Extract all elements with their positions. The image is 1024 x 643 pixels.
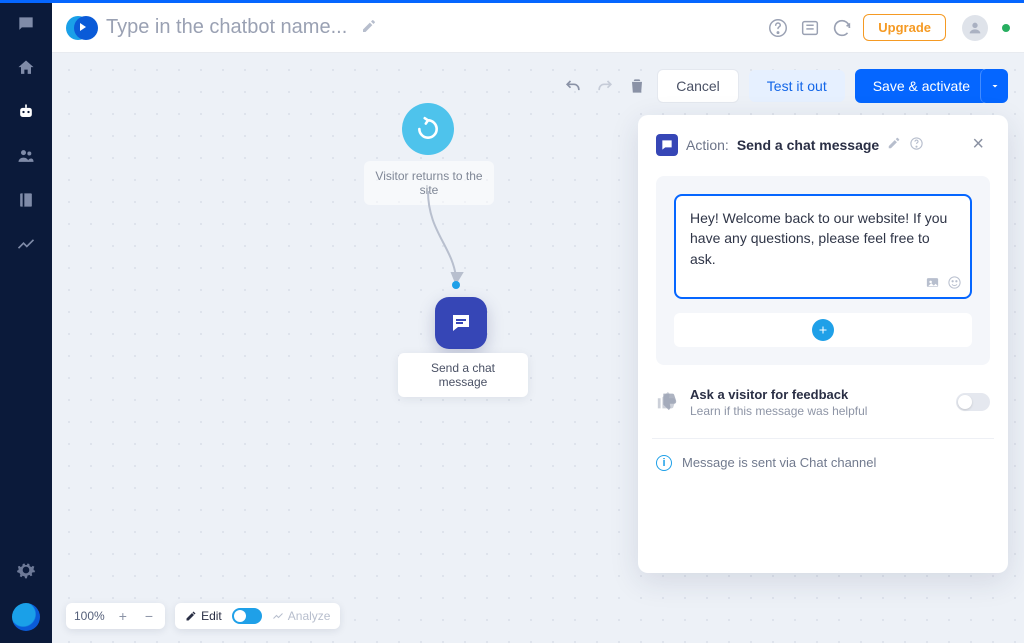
panel-help-icon[interactable] xyxy=(909,136,924,154)
feedback-row: Ask a visitor for feedback Learn if this… xyxy=(656,387,990,418)
people-icon[interactable] xyxy=(15,145,37,167)
brand-logo[interactable] xyxy=(66,13,96,43)
info-icon: i xyxy=(656,455,672,471)
left-nav-rail xyxy=(0,3,52,643)
message-input[interactable]: Hey! Welcome back to our website! If you… xyxy=(674,194,972,299)
zoom-in-button[interactable]: + xyxy=(115,608,131,624)
thumbs-icon xyxy=(656,390,678,415)
news-icon[interactable] xyxy=(799,17,821,39)
connection-dot-icon xyxy=(452,281,460,289)
analytics-icon[interactable] xyxy=(15,233,37,255)
panel-title: Send a chat message xyxy=(737,137,879,153)
edit-analyze-toggle[interactable] xyxy=(232,608,262,624)
chat-message-node[interactable] xyxy=(435,297,487,349)
upgrade-button[interactable]: Upgrade xyxy=(863,14,946,41)
attach-image-icon[interactable] xyxy=(924,275,940,291)
channel-info-text: Message is sent via Chat channel xyxy=(682,455,876,470)
message-text: Hey! Welcome back to our website! If you… xyxy=(690,210,947,267)
refresh-icon[interactable] xyxy=(831,17,853,39)
feedback-toggle[interactable] xyxy=(956,393,990,411)
add-message-button[interactable] xyxy=(812,319,834,341)
canvas-footer-controls: 100% + − Edit Analyze xyxy=(66,603,340,629)
feedback-title: Ask a visitor for feedback xyxy=(690,387,867,402)
presence-dot-icon xyxy=(1002,24,1010,32)
book-icon[interactable] xyxy=(15,189,37,211)
chat-node-label: Send a chat message xyxy=(398,353,528,397)
mode-analyze-label[interactable]: Analyze xyxy=(272,609,331,623)
panel-divider xyxy=(652,438,994,439)
bot-icon[interactable] xyxy=(15,101,37,123)
help-icon[interactable] xyxy=(767,17,789,39)
close-panel-icon[interactable]: × xyxy=(966,131,990,158)
flow-edge xyxy=(382,191,502,291)
chat-bubble-icon xyxy=(656,134,678,156)
feedback-subtitle: Learn if this message was helpful xyxy=(690,404,867,418)
emoji-icon[interactable] xyxy=(946,275,962,291)
brand-logo-small[interactable] xyxy=(12,603,40,631)
mode-edit-label[interactable]: Edit xyxy=(185,609,222,623)
settings-icon[interactable] xyxy=(15,559,37,581)
start-node-label: Visitor returns to the site xyxy=(364,161,494,205)
flow-canvas[interactable]: Cancel Test it out Save & activate Visit… xyxy=(52,53,1024,643)
zoom-control: 100% + − xyxy=(66,603,165,629)
panel-edit-icon[interactable] xyxy=(887,136,901,153)
home-icon[interactable] xyxy=(15,57,37,79)
action-panel: Action: Send a chat message × Hey! Welco… xyxy=(638,115,1008,573)
zoom-out-button[interactable]: − xyxy=(141,608,157,624)
rename-icon[interactable] xyxy=(357,14,381,41)
message-editor-wrap: Hey! Welcome back to our website! If you… xyxy=(656,176,990,365)
start-node[interactable] xyxy=(402,103,454,155)
chat-icon[interactable] xyxy=(15,13,37,35)
mode-switch: Edit Analyze xyxy=(175,603,340,629)
bot-name-input[interactable]: Type in the chatbot name... xyxy=(106,16,347,39)
panel-prefix: Action: xyxy=(686,137,729,153)
top-header: Type in the chatbot name... Upgrade xyxy=(52,3,1024,53)
user-avatar[interactable] xyxy=(962,15,988,41)
add-message-row xyxy=(674,313,972,347)
zoom-value: 100% xyxy=(74,609,105,623)
